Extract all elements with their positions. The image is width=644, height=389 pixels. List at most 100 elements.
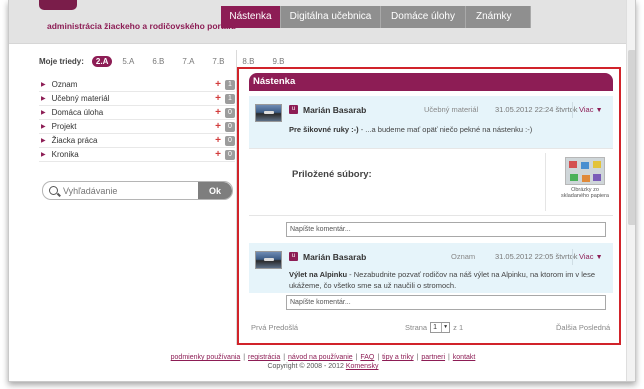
add-icon[interactable]: + (215, 93, 221, 104)
category-menu: ▶ Oznam + 1 ▶ Učebný materiál + 1 ▶ Domá… (39, 78, 235, 162)
footer-link[interactable]: partneri (421, 354, 445, 361)
brand-link[interactable]: Komensky (346, 363, 379, 370)
header: administrácia žiackeho a rodičovského po… (9, 0, 635, 44)
post: u Marián Basarab Oznam 31.05.2012 22:05 … (249, 243, 613, 293)
footer: podmienky používania | registrácia | náv… (9, 353, 635, 371)
footer-link[interactable]: kontakt (453, 354, 476, 361)
caret-right-icon: ▶ (41, 138, 46, 144)
pager-next[interactable]: Ďalšia Posledná (556, 323, 610, 332)
scrollbar-thumb[interactable] (628, 50, 635, 225)
class-5a[interactable]: 5.A (122, 57, 134, 66)
more-menu-button[interactable]: Viac ▼ (579, 105, 603, 114)
count-badge: 0 (225, 107, 235, 118)
role-badge: u (289, 105, 298, 114)
copyright: Copyright © 2008 - 2012 Komensky (9, 362, 635, 371)
menu-item-kronika[interactable]: ▶ Kronika + 0 (39, 148, 235, 162)
attachment-thumbnail[interactable] (565, 157, 605, 185)
menu-item-oznam[interactable]: ▶ Oznam + 1 (39, 78, 235, 92)
search-ok-button[interactable]: Ok (198, 182, 232, 199)
count-badge: 0 (225, 121, 235, 132)
comment-input[interactable]: Napíšte komentár... (286, 222, 606, 237)
menu-item-domaca-uloha[interactable]: ▶ Domáca úloha + 0 (39, 106, 235, 120)
caret-right-icon: ▶ (41, 152, 46, 158)
scrollbar[interactable] (626, 0, 635, 381)
menu-item-projekt[interactable]: ▶ Projekt + 0 (39, 120, 235, 134)
copyright-text: Copyright © 2008 - 2012 (267, 363, 344, 370)
post-author[interactable]: Marián Basarab (303, 105, 366, 115)
post-body: Výlet na Alpinku - Nezabudnite pozvať ro… (289, 269, 604, 291)
caret-right-icon: ▶ (41, 96, 46, 102)
caret-right-icon: ▶ (41, 110, 46, 116)
menu-item-label: Žiacka práca (51, 136, 98, 145)
class-selector: Moje triedy: 2.A 5.A 6.B 7.A 7.B 8.B 9.B (39, 56, 302, 67)
footer-link[interactable]: FAQ (360, 354, 374, 361)
add-icon[interactable]: + (215, 149, 221, 160)
logo[interactable] (39, 0, 77, 10)
post-date: 31.05.2012 22:24 štvrtok (495, 105, 578, 114)
page-total: z 1 (453, 323, 464, 332)
tab-domace-ulohy[interactable]: Domáce úlohy (381, 6, 466, 28)
role-badge: u (289, 252, 298, 261)
class-7b[interactable]: 7.B (212, 57, 224, 66)
post-body: Pre šikovné ruky :-) - ...a budeme mať o… (289, 124, 604, 135)
menu-item-ucebny-material[interactable]: ▶ Učebný materiál + 1 (39, 92, 235, 106)
menu-item-label: Kronika (51, 150, 79, 159)
more-label: Viac (579, 252, 594, 261)
class-2a[interactable]: 2.A (91, 56, 113, 67)
separator (572, 102, 573, 118)
class-8b[interactable]: 8.B (242, 57, 254, 66)
nastenka-panel: Nástenka u Marián Basarab Učebný materiá… (237, 67, 621, 345)
attachments: Priložené súbory: Obrázky zo skladaného … (249, 148, 613, 214)
search-box: Ok (42, 181, 233, 200)
more-menu-button[interactable]: Viac ▼ (579, 252, 603, 261)
post-text: - ...a budeme mať opäť niečo pekné na ná… (358, 125, 533, 134)
attachment-caption[interactable]: Obrázky zo skladaného papiera (557, 187, 613, 199)
main-tabs: Nástenka Digitálna učebnica Domáce úlohy… (221, 6, 531, 28)
page-select[interactable]: 1 ▼ (430, 322, 451, 333)
post-category: Učebný materiál (424, 105, 479, 114)
menu-item-label: Projekt (51, 122, 77, 131)
attachments-label: Priložené súbory: (292, 169, 372, 180)
footer-link[interactable]: registrácia (248, 354, 280, 361)
add-icon[interactable]: + (215, 135, 221, 146)
page-selector: Strana 1 ▼ z 1 (405, 322, 463, 333)
post-author[interactable]: Marián Basarab (303, 252, 366, 262)
tab-nastenka[interactable]: Nástenka (221, 6, 281, 28)
footer-link[interactable]: podmienky používania (171, 354, 241, 361)
post-category: Oznam (451, 252, 476, 261)
footer-link[interactable]: tipy a triky (382, 354, 414, 361)
count-badge: 1 (225, 79, 235, 90)
add-icon[interactable]: + (215, 107, 221, 118)
class-6b[interactable]: 6.B (152, 57, 164, 66)
browser-window: administrácia žiackeho a rodičovského po… (8, 0, 636, 382)
class-7a[interactable]: 7.A (182, 57, 194, 66)
add-icon[interactable]: + (215, 121, 221, 132)
page-select-value: 1 (433, 324, 438, 331)
pager-prev[interactable]: Prvá Predošlá (251, 323, 298, 332)
search-input[interactable] (63, 184, 203, 197)
footer-links: podmienky používania | registrácia | náv… (170, 354, 476, 361)
class-9b[interactable]: 9.B (272, 57, 284, 66)
menu-item-label: Domáca úloha (51, 108, 104, 117)
add-icon[interactable]: + (215, 79, 221, 90)
comment-input[interactable]: Napíšte komentár... (286, 295, 606, 310)
menu-item-ziacka-praca[interactable]: ▶ Žiacka práca + 0 (39, 134, 235, 148)
post-title[interactable]: Výlet na Alpinku (289, 270, 347, 279)
caret-down-icon: ▼ (595, 254, 603, 261)
caret-down-icon: ▼ (595, 107, 603, 114)
search-icon (49, 186, 58, 195)
tab-digitalna-ucebnica[interactable]: Digitálna učebnica (281, 6, 381, 28)
separator (545, 153, 546, 211)
avatar[interactable] (255, 251, 282, 269)
portal-subtitle: administrácia žiackeho a rodičovského po… (47, 21, 236, 31)
post: u Marián Basarab Učebný materiál 31.05.2… (249, 96, 613, 148)
count-badge: 0 (225, 149, 235, 160)
tab-znamky[interactable]: Známky (466, 6, 531, 28)
page-label: Strana (405, 323, 428, 332)
footer-link[interactable]: návod na používanie (288, 354, 353, 361)
avatar[interactable] (255, 104, 282, 122)
menu-item-label: Učebný materiál (51, 94, 110, 103)
pagination: Prvá Predošlá Strana 1 ▼ z 1 Ďalšia Posl… (249, 321, 613, 335)
post-title[interactable]: Pre šikovné ruky :-) (289, 125, 359, 134)
more-label: Viac (579, 105, 594, 114)
